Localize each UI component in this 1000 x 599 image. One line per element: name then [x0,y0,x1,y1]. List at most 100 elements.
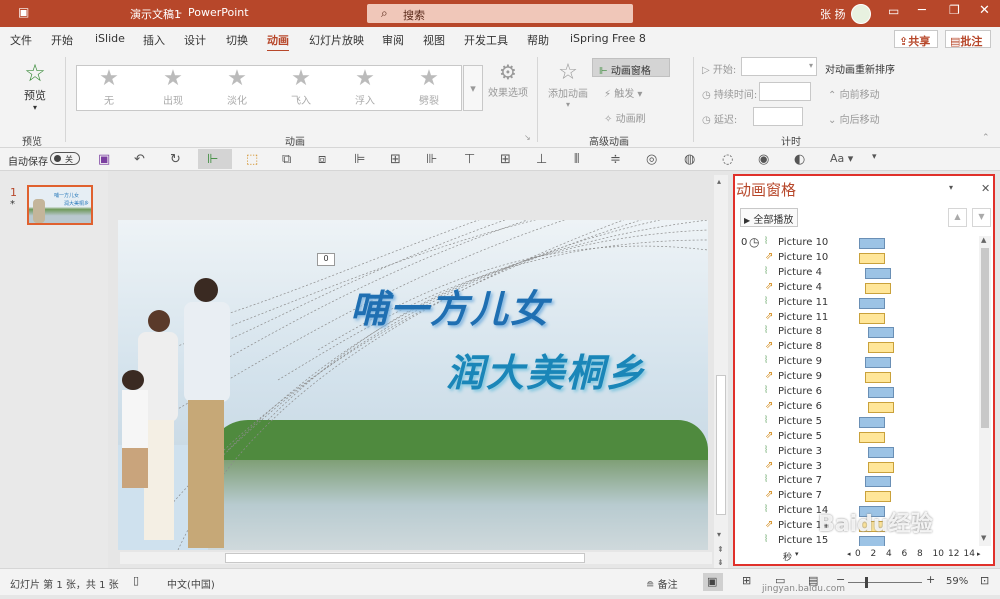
animation-list-item[interactable]: ⇗ Picture 10 [735,251,981,266]
tab-slideshow[interactable]: 幻灯片放映 [309,32,364,48]
accessibility-icon[interactable]: ▯ [133,574,139,587]
animation-list-item[interactable]: ⇗ Picture 9 [735,370,981,385]
timeline-bar[interactable] [868,327,894,339]
animation-list-item[interactable]: ⇗ Picture 8 [735,340,981,355]
slide-sorter-icon[interactable]: ⊞ [742,574,751,587]
vertical-scrollbar[interactable]: ▴ ▾ ⇞ ⇟ [714,175,728,568]
user-name[interactable]: 张 扬 [820,6,846,22]
close-pane-icon[interactable]: ✕ [981,182,990,195]
gallery-item-appear[interactable]: ★ 出现 [141,66,205,112]
close-icon[interactable]: ✕ [979,3,990,18]
slide-title-line1[interactable]: 哺一方儿女 [350,278,550,333]
gallery-item-fade[interactable]: ★ 淡化 [205,66,269,112]
autosave-toggle[interactable]: 关 [50,152,80,165]
duration-spinner[interactable] [759,82,811,101]
animation-pane-qat-button[interactable]: ⊩ [198,149,232,169]
slide-canvas[interactable]: 0 哺一方儿女 润大美桐乡 [118,220,708,550]
zoom-in-icon[interactable]: + [926,573,935,586]
align-middle-icon[interactable]: ⊞ [500,152,511,167]
previous-slide-icon[interactable]: ⇞ [717,545,724,554]
tab-view[interactable]: 视图 [423,32,445,48]
animation-pane-button[interactable]: ⊩ 动画窗格 [592,58,670,77]
delay-spinner[interactable] [753,107,803,126]
animation-list-item[interactable]: ⦚ Picture 5 [735,415,981,430]
align-right-icon[interactable]: ⊪ [426,152,437,167]
timeline-bar[interactable] [868,446,894,458]
effect-options-button[interactable]: ⚙ 效果选项 [486,60,530,99]
animation-painter-button[interactable]: ✧ 动画刷 [604,110,646,125]
start-dropdown[interactable]: ▾ [741,57,817,76]
align-top-icon[interactable]: ⊤ [464,152,475,167]
add-animation-button[interactable]: ☆ 添加动画 ▾ [546,60,590,109]
comments-button[interactable]: ▤批注 [945,30,991,48]
timeline-bar[interactable] [868,342,894,354]
timeline-bar[interactable] [868,461,894,473]
minimize-icon[interactable]: ─ [918,3,926,18]
pane-scroll-thumb[interactable] [981,248,989,428]
animation-list-item[interactable]: ⦚ Picture 11 [735,296,981,311]
zoom-slider-thumb[interactable] [865,577,868,588]
align-center-icon[interactable]: ⊞ [390,152,401,167]
animation-list-item[interactable]: ⇗ Picture 7 [735,489,981,504]
horizontal-scrollbar[interactable] [120,552,712,564]
animation-list-item[interactable]: ⦚ Picture 3 [735,445,981,460]
combine-icon[interactable]: ◍ [684,152,695,167]
customize-qat-icon[interactable]: ▾ [872,152,877,162]
search-box[interactable]: ⌕ 搜索 [367,4,633,23]
intersect-icon[interactable]: ◉ [758,152,769,167]
undo-icon[interactable]: ↶ [134,152,145,167]
select-icon[interactable]: ⬚ [246,152,258,167]
gallery-item-none[interactable]: ★ 无 [77,66,141,112]
normal-view-button[interactable]: ▣ [703,573,723,591]
tab-developer[interactable]: 开发工具 [464,32,508,48]
move-later-button[interactable]: ⌄ 向后移动 [828,111,880,126]
align-bottom-icon[interactable]: ⊥ [536,152,547,167]
zoom-slider[interactable] [848,577,922,588]
animation-list-item[interactable]: ⦚ Picture 10 [735,236,981,251]
text-size-icon[interactable]: Aa ▾ [830,152,853,165]
timeline-bar[interactable] [865,267,891,279]
language-status[interactable]: 中文(中国) [167,576,215,591]
tab-insert[interactable]: 插入 [143,32,165,48]
next-slide-icon[interactable]: ⇟ [717,558,724,567]
timeline-left-icon[interactable]: ◂ [847,550,851,558]
move-up-button[interactable]: ▲ [948,208,967,227]
redo-icon[interactable]: ↻ [170,152,181,167]
tab-animations[interactable]: 动画 [267,32,289,52]
tab-design[interactable]: 设计 [184,32,206,48]
group-icon[interactable]: ⧉ [282,152,291,167]
animation-list-item[interactable]: ⦚ Picture 7 [735,474,981,489]
subtract-icon[interactable]: ◐ [794,152,805,167]
share-button[interactable]: ⇪共享 [894,30,938,48]
gallery-item-split[interactable]: ★ 劈裂 [397,66,461,112]
align-left-icon[interactable]: ⊫ [354,152,365,167]
animation-list-item[interactable]: ⦚ Picture 6 [735,385,981,400]
tab-islide[interactable]: iSlide [95,32,125,45]
pane-options-icon[interactable]: ▾ [949,183,953,192]
move-down-button[interactable]: ▼ [972,208,991,227]
timeline-bar[interactable] [865,491,891,503]
timeline-bar[interactable] [865,476,891,488]
timeline-bar[interactable] [868,401,894,413]
timeline-bar[interactable] [865,357,891,369]
hscroll-thumb[interactable] [225,553,585,563]
collapse-ribbon-icon[interactable]: ⌃ [982,133,990,143]
play-all-button[interactable]: ▶ 全部播放 [740,208,798,227]
timeline-bar[interactable] [865,372,891,384]
preview-button[interactable]: ☆ 预览 ▾ [18,59,52,112]
fragment-icon[interactable]: ◌ [722,152,733,167]
animation-list-item[interactable]: ⇗ Picture 4 [735,281,981,296]
gallery-item-fly-in[interactable]: ★ 飞入 [269,66,333,112]
distribute-h-icon[interactable]: ⫴ [574,152,579,167]
animation-list-item[interactable]: ⇗ Picture 6 [735,400,981,415]
dialog-launcher-icon[interactable]: ↘ [524,133,531,142]
slide-thumbnail[interactable]: 哺一方儿女 润大美桐乡 [27,185,93,225]
tab-ispring[interactable]: iSpring Free 8 [570,32,646,45]
notes-button[interactable]: ≘ 备注 [646,576,678,591]
trigger-button[interactable]: ⚡ 触发 ▾ [604,85,642,100]
move-earlier-button[interactable]: ⌃ 向前移动 [828,86,880,101]
animation-list-item[interactable]: ⦚ Picture 9 [735,355,981,370]
timeline-bar[interactable] [859,431,885,443]
ribbon-display-icon[interactable]: ▭ [888,4,899,18]
avatar[interactable] [851,4,871,24]
